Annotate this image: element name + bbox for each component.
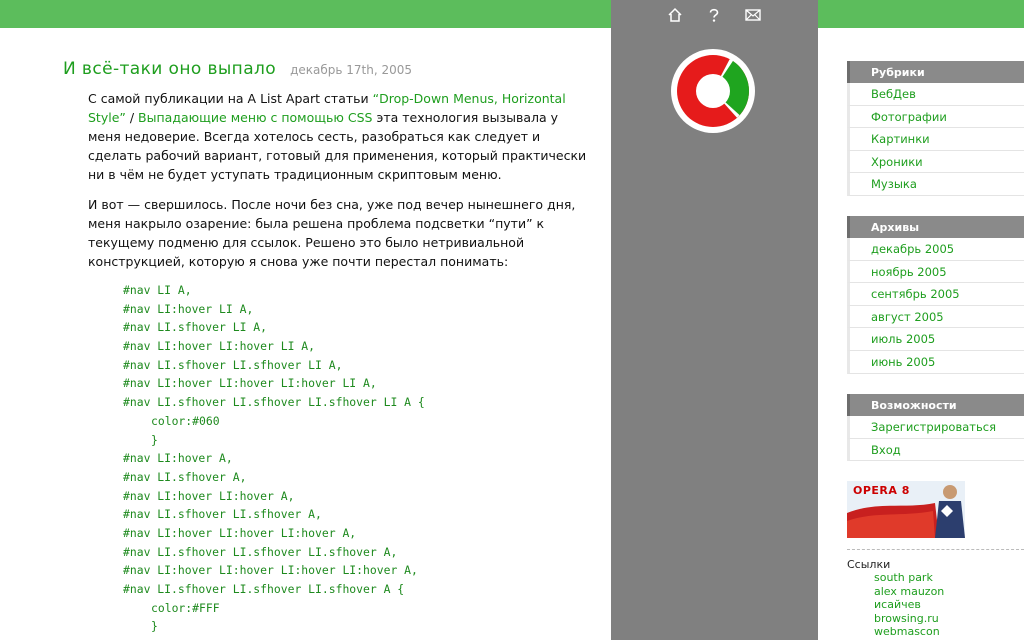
code-line: #nav LI:hover LI:hover LI:hover LI A, [123, 376, 377, 391]
code-line: #nav LI.sfhover A, [123, 469, 247, 484]
opera-banner-text: OPERA 8 [853, 484, 910, 497]
features-title: Возможности [847, 394, 1024, 416]
post-paragraph-2: И вот — свершилось. После ночи без сна, … [88, 197, 576, 269]
sidebar-divider [847, 549, 1024, 550]
top-icons [611, 6, 818, 24]
mail-icon[interactable] [744, 6, 762, 24]
link-item[interactable]: alex mauzon [847, 585, 944, 599]
code-line: #nav LI.sfhover LI.sfhover LI A, [123, 357, 343, 372]
code-line: #nav LI:hover LI:hover LI:hover A, [123, 525, 357, 540]
rubrics-title: Рубрики [847, 61, 1024, 83]
code-line: #nav LI.sfhover LI.sfhover LI.sfhover LI… [123, 395, 425, 410]
archive-item[interactable]: июнь 2005 [847, 350, 1024, 374]
rubric-item[interactable]: Картинки [847, 128, 1024, 151]
code-line: color:#FFF [151, 600, 220, 615]
code-line: } [151, 432, 158, 447]
links-title: Ссылки [847, 558, 891, 571]
code-line: #nav LI:hover LI:hover LI A, [123, 339, 316, 354]
paragraph-text: / [125, 110, 139, 125]
code-line: #nav LI.sfhover LI.sfhover A, [123, 507, 322, 522]
login-link[interactable]: Вход [847, 438, 1024, 462]
rubric-item[interactable]: Хроники [847, 150, 1024, 174]
code-line: #nav LI:hover LI:hover A, [123, 488, 295, 503]
paragraph-text: С самой публикации на A List Apart стать… [88, 91, 373, 106]
archive-item[interactable]: июль 2005 [847, 328, 1024, 351]
archives-box: Архивы декабрь 2005 ноябрь 2005 сентябрь… [847, 216, 1024, 374]
code-line: } [151, 619, 158, 634]
code-line: #nav LI.sfhover LI A, [123, 320, 268, 335]
archive-item[interactable]: август 2005 [847, 305, 1024, 329]
post-header: И всё-таки оно выпало декабрь 17th, 2005 [63, 59, 412, 79]
top-bar [0, 0, 1024, 28]
post-date: декабрь 17th, 2005 [290, 63, 413, 77]
code-line: #nav LI:hover A, [123, 451, 233, 466]
register-link[interactable]: Зарегистрироваться [847, 416, 1024, 439]
archive-item[interactable]: ноябрь 2005 [847, 260, 1024, 284]
rubrics-box: Рубрики ВебДев Фотографии Картинки Хрони… [847, 61, 1024, 196]
links-box: Ссылки south park alex mauzon исайчев br… [847, 558, 944, 639]
code-line: #nav LI.sfhover LI.sfhover LI.sfhover A, [123, 544, 398, 559]
main-content: И всё-таки оно выпало декабрь 17th, 2005 … [0, 28, 611, 640]
code-line: #nav LI:hover LI:hover LI:hover LI:hover… [123, 563, 418, 578]
post-title[interactable]: И всё-таки оно выпало [63, 59, 276, 79]
rubric-item[interactable]: Фотографии [847, 105, 1024, 129]
code-line: color:#060 [151, 413, 220, 428]
code-line: #nav LI A, [123, 283, 192, 297]
center-column [611, 0, 818, 640]
code-line: #nav LI.sfhover LI.sfhover LI.sfhover A … [123, 582, 405, 596]
sidebar: Рубрики ВебДев Фотографии Картинки Хрони… [818, 28, 1024, 640]
code-block: #nav LI A, #nav LI:hover LI A, #nav LI.sfh… [123, 281, 425, 636]
code-line: #nav LI:hover LI A, [123, 301, 254, 316]
rubric-item[interactable]: Музыка [847, 173, 1024, 196]
link-item[interactable]: browsing.ru [847, 612, 944, 626]
opera-banner[interactable]: OPERA 8 [847, 481, 965, 538]
post-paragraph-1: С самой публикации на A List Apart стать… [88, 89, 588, 184]
link-item[interactable]: исайчев [847, 598, 944, 612]
links-list: south park alex mauzon исайчев browsing.… [847, 571, 944, 639]
features-box: Возможности Зарегистрироваться Вход [847, 394, 1024, 462]
archive-item[interactable]: сентябрь 2005 [847, 283, 1024, 306]
home-icon[interactable] [666, 6, 684, 24]
link-item[interactable]: webmascon [847, 625, 944, 639]
link-item[interactable]: south park [847, 571, 944, 585]
help-icon[interactable] [705, 6, 723, 24]
site-logo[interactable] [670, 48, 756, 134]
archives-title: Архивы [847, 216, 1024, 238]
css-dropdown-translation-link[interactable]: Выпадающие меню с помощью CSS [138, 110, 372, 125]
rubric-item[interactable]: ВебДев [847, 83, 1024, 106]
archive-item[interactable]: декабрь 2005 [847, 238, 1024, 261]
